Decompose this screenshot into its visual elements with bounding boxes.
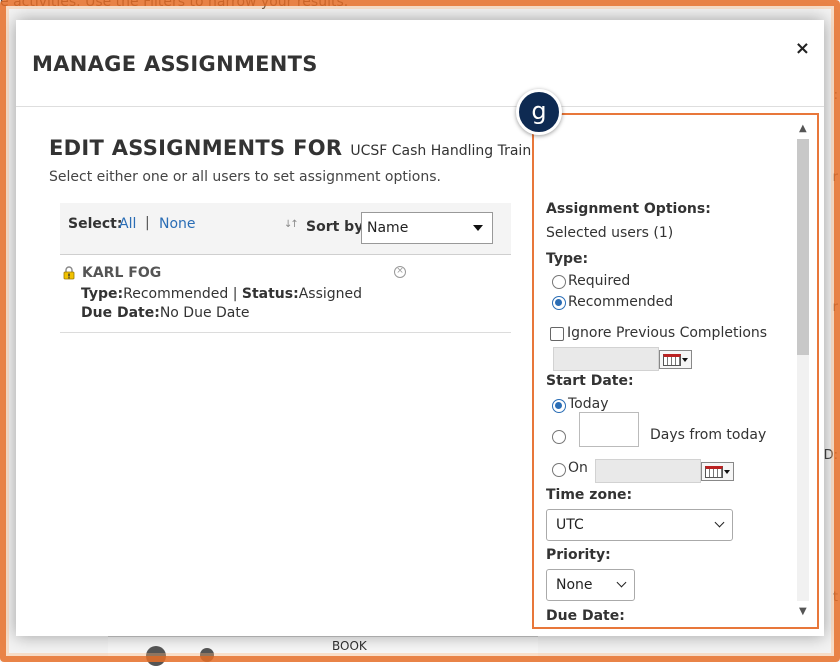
assignment-options-heading: Assignment Options:	[546, 201, 711, 217]
edit-subtitle: Select either one or all users to set as…	[49, 169, 441, 185]
panel-scrollbar[interactable]: ▲ ▼	[795, 123, 811, 617]
scroll-thumb[interactable]	[797, 139, 809, 355]
selected-users-count: Selected users (1)	[546, 225, 674, 241]
start-today-radio[interactable]	[552, 399, 566, 413]
due-date-label: Due Date:	[81, 305, 160, 321]
start-on-date-input[interactable]	[595, 459, 701, 483]
timezone-value: UTC	[556, 517, 584, 533]
select-all-link[interactable]: All	[119, 216, 136, 232]
scroll-up-icon[interactable]: ▲	[799, 123, 807, 134]
user-due-date: Due Date:No Due Date	[81, 305, 249, 321]
status-label: Status:	[241, 286, 299, 302]
start-days-radio[interactable]	[552, 430, 566, 444]
edit-heading-label: EDIT ASSIGNMENTS FOR	[49, 136, 343, 160]
type-heading: Type:	[546, 251, 589, 267]
start-on-radio[interactable]	[552, 463, 566, 477]
remove-user-icon[interactable]: ×	[394, 266, 406, 278]
ignore-completions-label[interactable]: Ignore Previous Completions	[567, 325, 767, 341]
edit-heading: EDIT ASSIGNMENTS FOR UCSF Cash Handling …	[49, 136, 553, 160]
user-type-status: Type:Recommended | Status:Assigned	[81, 286, 362, 302]
close-icon[interactable]: ×	[795, 38, 810, 59]
background-icon	[200, 648, 214, 662]
type-required-radio[interactable]	[552, 275, 566, 289]
priority-value: None	[556, 577, 593, 593]
start-date-heading: Start Date:	[546, 373, 634, 389]
type-label: Type:	[81, 286, 124, 302]
timezone-heading: Time zone:	[546, 487, 633, 503]
calendar-icon[interactable]	[701, 462, 734, 481]
background-bottom-strip	[108, 636, 538, 662]
priority-heading: Priority:	[546, 547, 611, 563]
assignment-options-panel: Assignment Options: Selected users (1) T…	[532, 113, 819, 629]
modal-title: MANAGE ASSIGNMENTS	[32, 52, 318, 76]
ignore-date-input[interactable]	[553, 347, 659, 371]
due-date-value: No Due Date	[159, 305, 250, 321]
status-value: Assigned	[298, 286, 363, 302]
chevron-down-icon	[616, 577, 627, 588]
ignore-completions-checkbox[interactable]	[550, 327, 564, 341]
status-separator: |	[228, 286, 242, 302]
type-recommended-radio[interactable]	[552, 296, 566, 310]
background-fragment: r	[832, 300, 838, 315]
due-date-heading: Due Date:	[546, 608, 625, 624]
sort-by-value: Name	[367, 220, 409, 236]
background-fragment: :	[833, 88, 838, 103]
type-recommended-label[interactable]: Recommended	[568, 294, 673, 310]
start-today-label[interactable]: Today	[568, 396, 609, 412]
chevron-down-icon	[714, 517, 725, 528]
caret-down-icon	[473, 225, 483, 231]
manage-assignments-modal: MANAGE ASSIGNMENTS × EDIT ASSIGNMENTS FO…	[16, 20, 824, 636]
background-instructions: e activities. Use the Filters to narrow …	[0, 0, 349, 10]
background-fragment: t	[832, 590, 838, 605]
sort-order-icon[interactable]: ↓↑	[284, 219, 299, 230]
modal-header: MANAGE ASSIGNMENTS ×	[16, 20, 824, 107]
lock-warning-icon	[63, 266, 75, 280]
background-fragment: r	[832, 170, 838, 185]
select-none-link[interactable]: None	[159, 216, 196, 232]
days-from-today-label: Days from today	[650, 427, 767, 443]
timezone-select[interactable]: UTC	[546, 509, 733, 541]
background-icon	[146, 646, 166, 666]
calendar-icon[interactable]	[659, 350, 692, 369]
select-sort-bar: Select: All | None ↓↑ Sort by: Name	[60, 203, 511, 255]
sort-by-label: Sort by:	[306, 219, 369, 235]
course-name: UCSF Cash Handling Training	[350, 143, 553, 159]
background-fragment: D:	[823, 448, 838, 463]
user-name[interactable]: KARL FOG	[82, 265, 161, 281]
step-badge: g	[516, 89, 562, 135]
priority-select[interactable]: None	[546, 569, 635, 601]
sort-by-select[interactable]: Name	[361, 212, 493, 244]
background-book-label: BOOK	[332, 639, 367, 653]
user-list-item[interactable]: KARL FOG × Type:Recommended | Status:Ass…	[60, 256, 511, 333]
select-label: Select:	[68, 216, 123, 232]
type-required-label[interactable]: Required	[568, 273, 630, 289]
days-from-today-input[interactable]	[579, 412, 639, 447]
type-value: Recommended	[123, 286, 229, 302]
separator: |	[145, 215, 150, 231]
scroll-down-icon[interactable]: ▼	[799, 606, 807, 617]
start-on-label[interactable]: On	[568, 460, 588, 476]
